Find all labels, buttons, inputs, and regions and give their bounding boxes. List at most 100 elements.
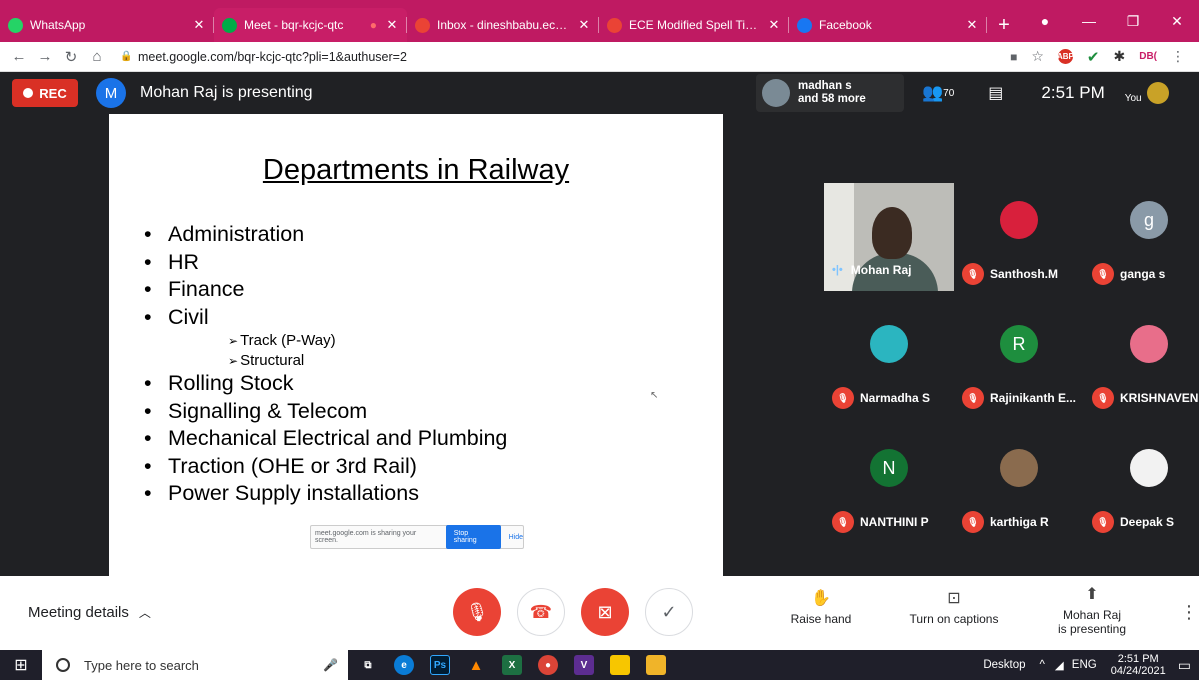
lock-icon: 🔒 [120, 51, 133, 62]
edge-icon[interactable]: e [394, 655, 414, 675]
taskbar-date: 04/24/2021 [1110, 665, 1166, 677]
slide: Departments in Railway AdministrationHRF… [109, 114, 723, 576]
dbc-extension-icon[interactable]: DB( [1139, 51, 1157, 62]
tab-separator [986, 17, 987, 33]
close-tab-icon[interactable]: ✕ [965, 17, 979, 33]
participant-tile[interactable]: 🎙 Narmadha S [824, 307, 954, 415]
people-button[interactable]: 👥 70 [922, 83, 954, 103]
tab-label: WhatsApp [30, 18, 86, 32]
visual-studio-icon[interactable]: V [574, 655, 594, 675]
self-avatar [1146, 82, 1169, 104]
back-button[interactable]: ← [6, 48, 32, 65]
participant-tile[interactable]: g 🎙 ganga s [1084, 183, 1199, 291]
browser-tab[interactable]: WhatsApp ✕ [0, 8, 214, 42]
vlc-icon[interactable]: ▲ [466, 655, 486, 675]
captions-button[interactable]: ⊡ Turn on captions [902, 588, 1006, 626]
participant-tile[interactable]: 🎙 Deepak S [1084, 431, 1199, 539]
close-window-button[interactable]: ✕ [1155, 13, 1199, 30]
chrome-icon[interactable]: ● [538, 655, 558, 675]
notification-icon[interactable]: ▭ [1178, 657, 1191, 674]
participant-name: NANTHINI P [860, 515, 929, 529]
file-explorer-icon[interactable] [646, 655, 666, 675]
participant-tile[interactable]: 🎙 Santhosh.M [954, 183, 1084, 291]
camera-icon[interactable]: ■ [1010, 50, 1017, 64]
participant-tile[interactable]: 🎙 karthiga R [954, 431, 1084, 539]
reload-button[interactable]: ↻ [58, 48, 84, 66]
language-indicator[interactable]: ENG [1072, 659, 1097, 671]
close-tab-icon[interactable]: ✕ [385, 17, 399, 33]
microphone-icon[interactable]: 🎤 [323, 658, 338, 672]
check-extension-icon[interactable]: ✔ [1087, 48, 1100, 66]
new-tab-button[interactable]: + [987, 8, 1021, 42]
hide-share-bar-button[interactable]: Hide [509, 534, 523, 541]
leave-call-button[interactable]: ☎ [517, 588, 565, 636]
more-options-icon[interactable]: ⋮ [1180, 602, 1198, 623]
bookmark-star-icon[interactable]: ☆ [1031, 48, 1044, 65]
participant-name-row: 🎙 Narmadha S [832, 387, 930, 409]
people-icon: 👥 [922, 83, 944, 102]
presenting-button[interactable]: ⬆ Mohan Raj is presenting [1050, 584, 1134, 636]
address-bar: ← → ↻ ⌂ 🔒 meet.google.com/bqr-kcjc-qtc?p… [0, 42, 1199, 72]
taskbar-clock[interactable]: 2:51 PM 04/24/2021 [1111, 653, 1166, 677]
chat-icon[interactable]: ▤ [988, 83, 1003, 103]
maximize-button[interactable]: ❐ [1111, 13, 1155, 30]
mic-muted-icon: 🎙 [962, 263, 984, 285]
raise-hand-button[interactable]: ✋ Raise hand [788, 588, 854, 626]
excel-icon[interactable]: X [502, 655, 522, 675]
slide-bullet: Administration [144, 221, 507, 249]
screen-share-bar: meet.google.com is sharing your screen. … [310, 525, 524, 549]
close-tab-icon[interactable]: ✕ [192, 17, 206, 33]
participant-tile[interactable]: R 🎙 Rajinikanth E... [954, 307, 1084, 415]
participants-line2: and 58 more [798, 93, 866, 105]
url-field[interactable]: 🔒 meet.google.com/bqr-kcjc-qtc?pli=1&aut… [120, 50, 1010, 64]
profile-icon[interactable]: ● [1023, 13, 1067, 29]
meeting-details-button[interactable]: Meeting details ︿ [28, 604, 151, 621]
check-icon: ✓ [661, 601, 677, 622]
stop-sharing-button[interactable]: Stop sharing [445, 525, 501, 549]
browser-tab[interactable]: Inbox - dineshbabu.ece@adh ✕ [407, 8, 599, 42]
network-icon[interactable]: ◢ [1055, 658, 1064, 672]
gmail-icon [607, 17, 622, 33]
mic-muted-icon: 🎙 [1092, 263, 1114, 285]
windows-start-icon[interactable]: ⊞ [0, 650, 42, 680]
tray-expand-icon[interactable]: ^ [1040, 659, 1045, 671]
participant-tile[interactable]: N 🎙 NANTHINI P [824, 431, 954, 539]
home-button[interactable]: ⌂ [84, 48, 110, 65]
browser-tab[interactable]: Meet - bqr-kcjc-qtc ● ✕ [214, 8, 407, 42]
camera-off-button[interactable]: ⊠ [581, 588, 629, 636]
participant-tile[interactable]: •|• Mohan Raj [824, 183, 954, 291]
slide-bullet: Signalling & Telecom [144, 398, 507, 426]
self-view[interactable]: You [1125, 82, 1169, 104]
close-tab-icon[interactable]: ✕ [767, 17, 781, 33]
record-dot-icon [23, 88, 34, 98]
browser-tab-bar: WhatsApp ✕ Meet - bqr-kcjc-qtc ● ✕ Inbox - di… [0, 0, 1199, 42]
participant-tile[interactable]: 🎙 KRISHNAVEN... [1084, 307, 1199, 415]
recording-dot-icon: ● [369, 18, 377, 32]
participant-avatar: N [870, 449, 908, 487]
people-count: 70 [943, 87, 955, 99]
participant-avatar [1130, 449, 1168, 487]
participant-name: Deepak S [1120, 515, 1175, 529]
presenting-line2: is presenting [1057, 622, 1127, 636]
whatsapp-icon [8, 17, 23, 33]
check-button[interactable]: ✓ [645, 588, 693, 636]
sticky-notes-icon[interactable] [610, 655, 630, 675]
slide-bullet: Finance [144, 276, 507, 304]
adblock-icon[interactable]: ABP [1057, 49, 1074, 64]
close-tab-icon[interactable]: ✕ [577, 17, 591, 33]
task-view-icon[interactable]: ⧉ [358, 655, 378, 675]
menu-dots-icon[interactable]: ⋮ [1171, 48, 1185, 65]
browser-tab[interactable]: ECE Modified Spell Time Tabl ✕ [599, 8, 789, 42]
forward-button[interactable]: → [32, 48, 58, 65]
mic-off-button[interactable]: 🎙 [453, 588, 501, 636]
puzzle-icon[interactable]: ✱ [1113, 48, 1125, 65]
taskbar-search[interactable]: Type here to search 🎤 [42, 650, 348, 680]
browser-tab[interactable]: Facebook ✕ [789, 8, 987, 42]
participants-summary[interactable]: madhan s and 58 more [756, 74, 904, 112]
participant-avatar [870, 325, 908, 363]
slide-bullet: Power Supply installations [144, 480, 507, 508]
participant-name: Santhosh.M [990, 267, 1058, 281]
minimize-button[interactable]: — [1067, 13, 1111, 29]
desktop-label[interactable]: Desktop [983, 659, 1025, 671]
photoshop-icon[interactable]: Ps [430, 655, 450, 675]
